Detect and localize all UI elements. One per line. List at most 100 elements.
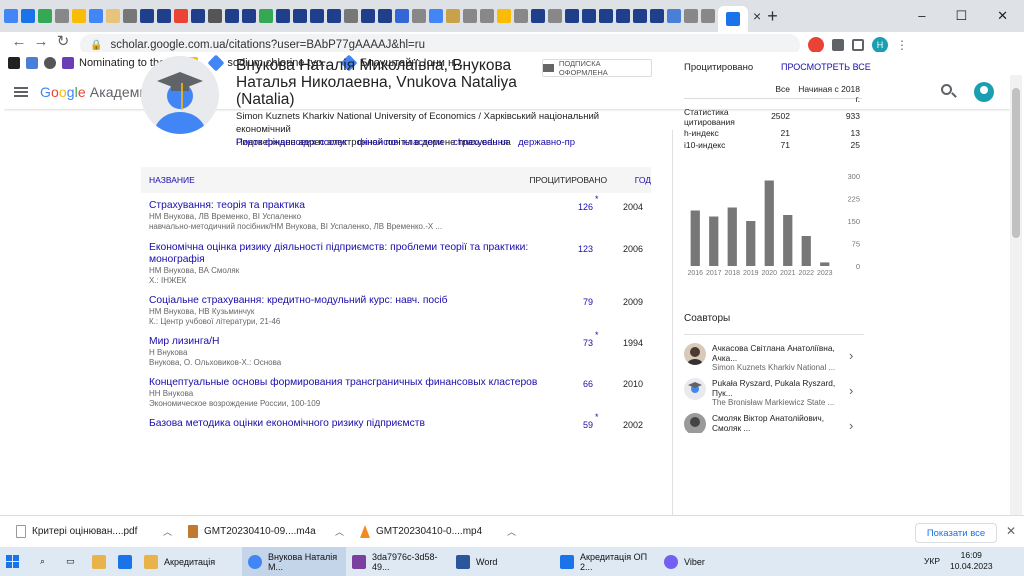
account-avatar[interactable]	[974, 82, 994, 102]
chart-bar[interactable]	[820, 262, 830, 266]
chart-bar[interactable]	[709, 216, 719, 267]
tab-favicon[interactable]	[684, 9, 698, 23]
tab-favicon[interactable]	[72, 9, 86, 23]
tab-favicon[interactable]	[463, 9, 477, 23]
tab-favicon[interactable]	[378, 9, 392, 23]
tab-favicon[interactable]	[667, 9, 681, 23]
coauthor-item[interactable]: Ачкасова Світлана Анатоліївна, Ачка... S…	[684, 343, 864, 375]
citation-count[interactable]: 59	[569, 420, 593, 430]
tab-favicon[interactable]	[327, 9, 341, 23]
tab-favicon[interactable]	[191, 9, 205, 23]
tab-favicon[interactable]	[565, 9, 579, 23]
taskbar-app[interactable]: Акредитація	[138, 547, 242, 576]
tab-favicon[interactable]	[259, 9, 273, 23]
tab-favicon[interactable]	[123, 9, 137, 23]
profile-avatar[interactable]: H	[872, 37, 888, 53]
task-view-icon[interactable]: ▭	[60, 547, 86, 576]
coauthor-item[interactable]: Pukała Ryszard, Pukala Ryszard, Пук... T…	[684, 378, 864, 410]
tab-favicon[interactable]	[38, 9, 52, 23]
citation-count[interactable]: 126	[569, 202, 593, 212]
sort-year[interactable]: ГОД	[607, 175, 651, 185]
tab-favicon[interactable]	[344, 9, 358, 23]
sort-cited[interactable]: ПРОЦИТИРОВАНО	[527, 175, 607, 185]
citation-count[interactable]: 123	[569, 244, 593, 254]
chevron-up-icon[interactable]: ︿	[163, 525, 172, 538]
tab-favicon[interactable]	[106, 9, 120, 23]
tab-favicon[interactable]	[89, 9, 103, 23]
taskbar-app[interactable]: Акредитація ОП 2...	[554, 547, 658, 576]
reload-icon[interactable]: ↻	[52, 32, 74, 50]
chart-bar[interactable]	[783, 215, 793, 266]
merged-star[interactable]: *	[595, 412, 599, 422]
more-icon[interactable]: ⋮	[896, 38, 908, 52]
download-item[interactable]: GMT20230410-09....m4a ︿	[188, 525, 344, 538]
tab-favicon[interactable]	[531, 9, 545, 23]
tab-favicon[interactable]	[599, 9, 613, 23]
taskbar-app[interactable]: Внукова Наталія М...	[242, 547, 346, 576]
tab-favicon[interactable]	[361, 9, 375, 23]
coauthor-item[interactable]: Смоляк Віктор Анатолійович, Смоляк ... ›	[684, 413, 864, 433]
tab-favicon[interactable]	[310, 9, 324, 23]
tab-favicon[interactable]	[4, 9, 18, 23]
extension-icon[interactable]	[808, 37, 824, 53]
chart-bar[interactable]	[764, 180, 774, 267]
language-indicator[interactable]: УКР	[924, 556, 940, 566]
chart-bar[interactable]	[727, 207, 737, 267]
tab-favicon[interactable]	[21, 9, 35, 23]
lock-icon[interactable]: 🔒	[90, 40, 102, 51]
chart-bar[interactable]	[746, 221, 756, 266]
forward-icon[interactable]: →	[30, 33, 52, 50]
scholar-logo[interactable]: Google Академия	[40, 84, 155, 100]
interest-link[interactable]: Ринок фінансових послуг	[236, 137, 348, 148]
subscribe-button[interactable]: ПОДПИСКА ОФОРМЛЕНА	[542, 59, 652, 77]
tab-favicon[interactable]	[276, 9, 290, 23]
scrollbar-thumb[interactable]	[1012, 88, 1020, 238]
tab-favicon[interactable]	[395, 9, 409, 23]
search-icon[interactable]	[941, 84, 952, 95]
close-downloads-icon[interactable]: ✕	[1006, 524, 1016, 538]
puzzle-icon[interactable]	[832, 39, 844, 51]
sort-title[interactable]: НАЗВАНИЕ	[149, 175, 527, 185]
interest-link[interactable]: страхування	[453, 137, 508, 148]
citation-count[interactable]: 73	[569, 338, 593, 348]
sidepanel-icon[interactable]	[852, 39, 864, 51]
tab-favicon[interactable]	[293, 9, 307, 23]
explorer-icon[interactable]	[86, 547, 112, 576]
tab-favicon[interactable]	[497, 9, 511, 23]
chevron-up-icon[interactable]: ︿	[335, 525, 344, 538]
download-item[interactable]: GMT20230410-0....mp4 ︿	[360, 525, 516, 538]
tab-favicon[interactable]	[157, 9, 171, 23]
url-text[interactable]: scholar.google.com.ua/citations?user=BAb…	[110, 39, 425, 51]
tab-favicon[interactable]	[616, 9, 630, 23]
tab-favicon[interactable]	[582, 9, 596, 23]
tab-favicon[interactable]	[174, 9, 188, 23]
active-tab[interactable]	[718, 6, 748, 32]
merged-star[interactable]: *	[595, 194, 599, 204]
tab-favicon[interactable]	[140, 9, 154, 23]
tab-favicon[interactable]	[412, 9, 426, 23]
clock[interactable]: 16:09 10.04.2023	[950, 550, 993, 572]
download-item[interactable]: Критері оцінюван....pdf ︿	[16, 525, 172, 538]
tab-favicon[interactable]	[701, 9, 715, 23]
tab-favicon[interactable]	[480, 9, 494, 23]
menu-icon[interactable]	[14, 87, 28, 97]
mail-app-icon[interactable]	[112, 547, 138, 576]
citation-count[interactable]: 79	[569, 297, 593, 307]
show-all-downloads-button[interactable]: Показати все	[915, 523, 997, 543]
new-tab-button[interactable]: +	[767, 6, 778, 27]
tab-favicon[interactable]	[225, 9, 239, 23]
bookmark-icon[interactable]	[8, 57, 20, 69]
taskbar-app[interactable]: Word	[450, 547, 554, 576]
maximize-button[interactable]: ☐	[955, 8, 967, 24]
taskbar-app[interactable]: Viber	[658, 547, 738, 576]
close-window-button[interactable]: ✕	[997, 8, 1008, 24]
back-icon[interactable]: ←	[8, 33, 30, 50]
tab-favicon[interactable]	[548, 9, 562, 23]
tab-favicon[interactable]	[650, 9, 664, 23]
tab-favicon[interactable]	[55, 9, 69, 23]
merged-star[interactable]: *	[595, 330, 599, 340]
interest-link[interactable]: фінансові кластери	[358, 137, 444, 148]
start-button[interactable]	[0, 547, 34, 576]
view-all-link[interactable]: ПРОСМОТРЕТЬ ВСЕ	[781, 62, 871, 72]
minimize-button[interactable]: –	[918, 8, 925, 24]
